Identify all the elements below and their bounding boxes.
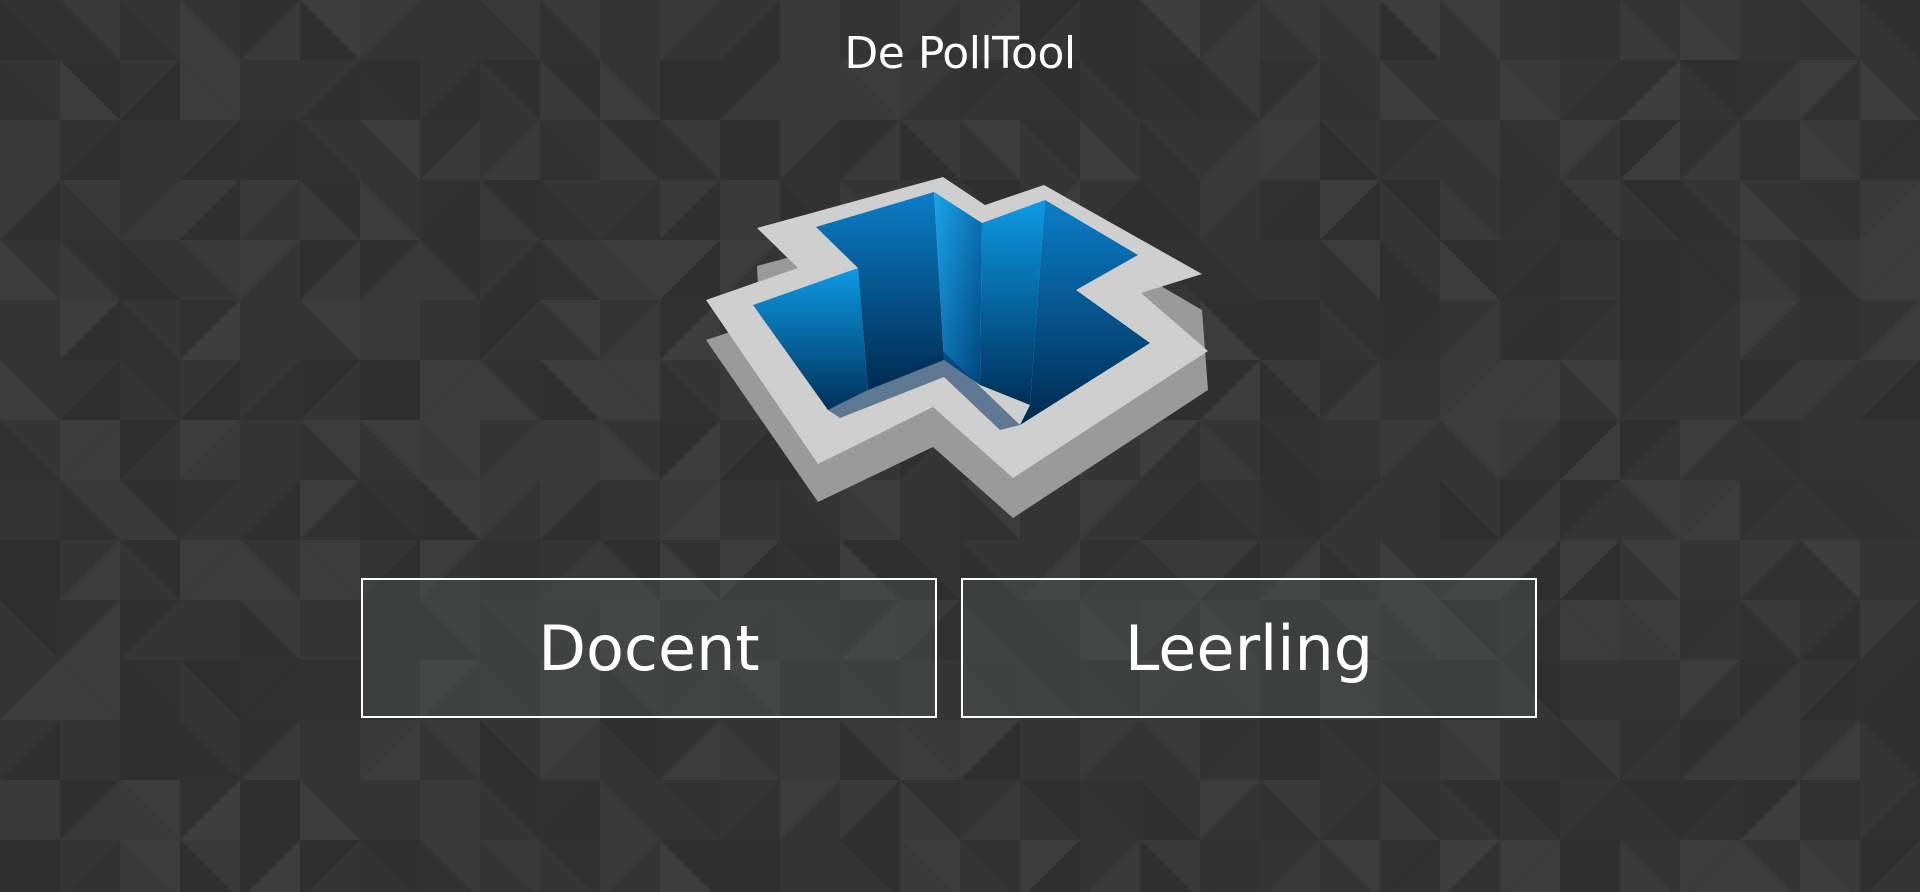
polltool-logo-icon (706, 177, 1208, 518)
student-button[interactable]: Leerling (961, 578, 1537, 718)
role-selection: Docent Leerling (361, 578, 1541, 720)
page-title: De PollTool (844, 28, 1076, 79)
teacher-button[interactable]: Docent (361, 578, 937, 718)
